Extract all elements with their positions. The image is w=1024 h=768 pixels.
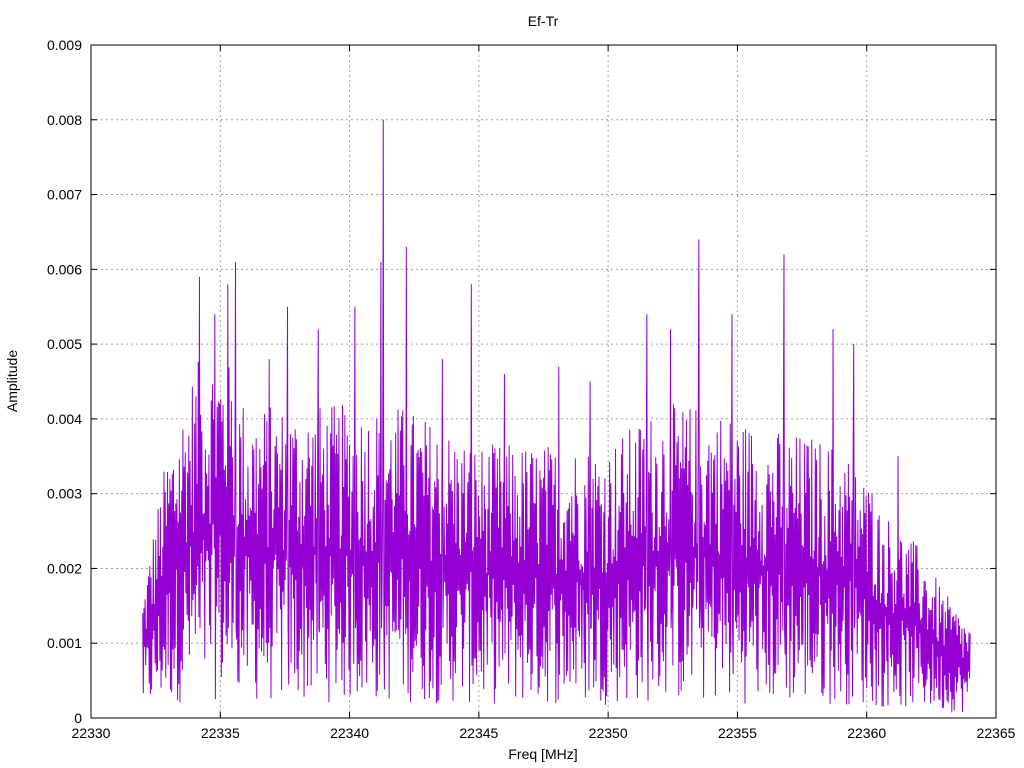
x-axis-label: Freq [MHz] bbox=[508, 746, 577, 762]
x-tick-label: 22330 bbox=[72, 725, 111, 741]
x-tick-label: 22335 bbox=[201, 725, 240, 741]
chart-title: Ef-Tr bbox=[528, 13, 559, 29]
y-tick-label: 0.006 bbox=[47, 261, 82, 277]
x-tick-label: 22365 bbox=[977, 725, 1016, 741]
y-tick-label: 0.008 bbox=[47, 112, 82, 128]
y-tick-label: 0.007 bbox=[47, 187, 82, 203]
chart: 22330 22335 22340 22345 22350 22355 22360 22365… bbox=[0, 0, 1024, 768]
y-tick-label: 0.002 bbox=[47, 560, 82, 576]
x-tick-label: 22355 bbox=[718, 725, 757, 741]
y-tick-label: 0.009 bbox=[47, 37, 82, 53]
y-tick-label: 0 bbox=[74, 710, 82, 726]
x-tick-label: 22350 bbox=[589, 725, 628, 741]
x-tick-label: 22360 bbox=[847, 725, 886, 741]
y-tick-label: 0.003 bbox=[47, 486, 82, 502]
y-tick-label: 0.005 bbox=[47, 336, 82, 352]
y-axis-label: Amplitude bbox=[4, 350, 20, 412]
x-tick-label: 22340 bbox=[330, 725, 369, 741]
x-tick-label: 22345 bbox=[459, 725, 498, 741]
y-tick-label: 0.001 bbox=[47, 635, 82, 651]
y-tick-label: 0.004 bbox=[47, 411, 82, 427]
